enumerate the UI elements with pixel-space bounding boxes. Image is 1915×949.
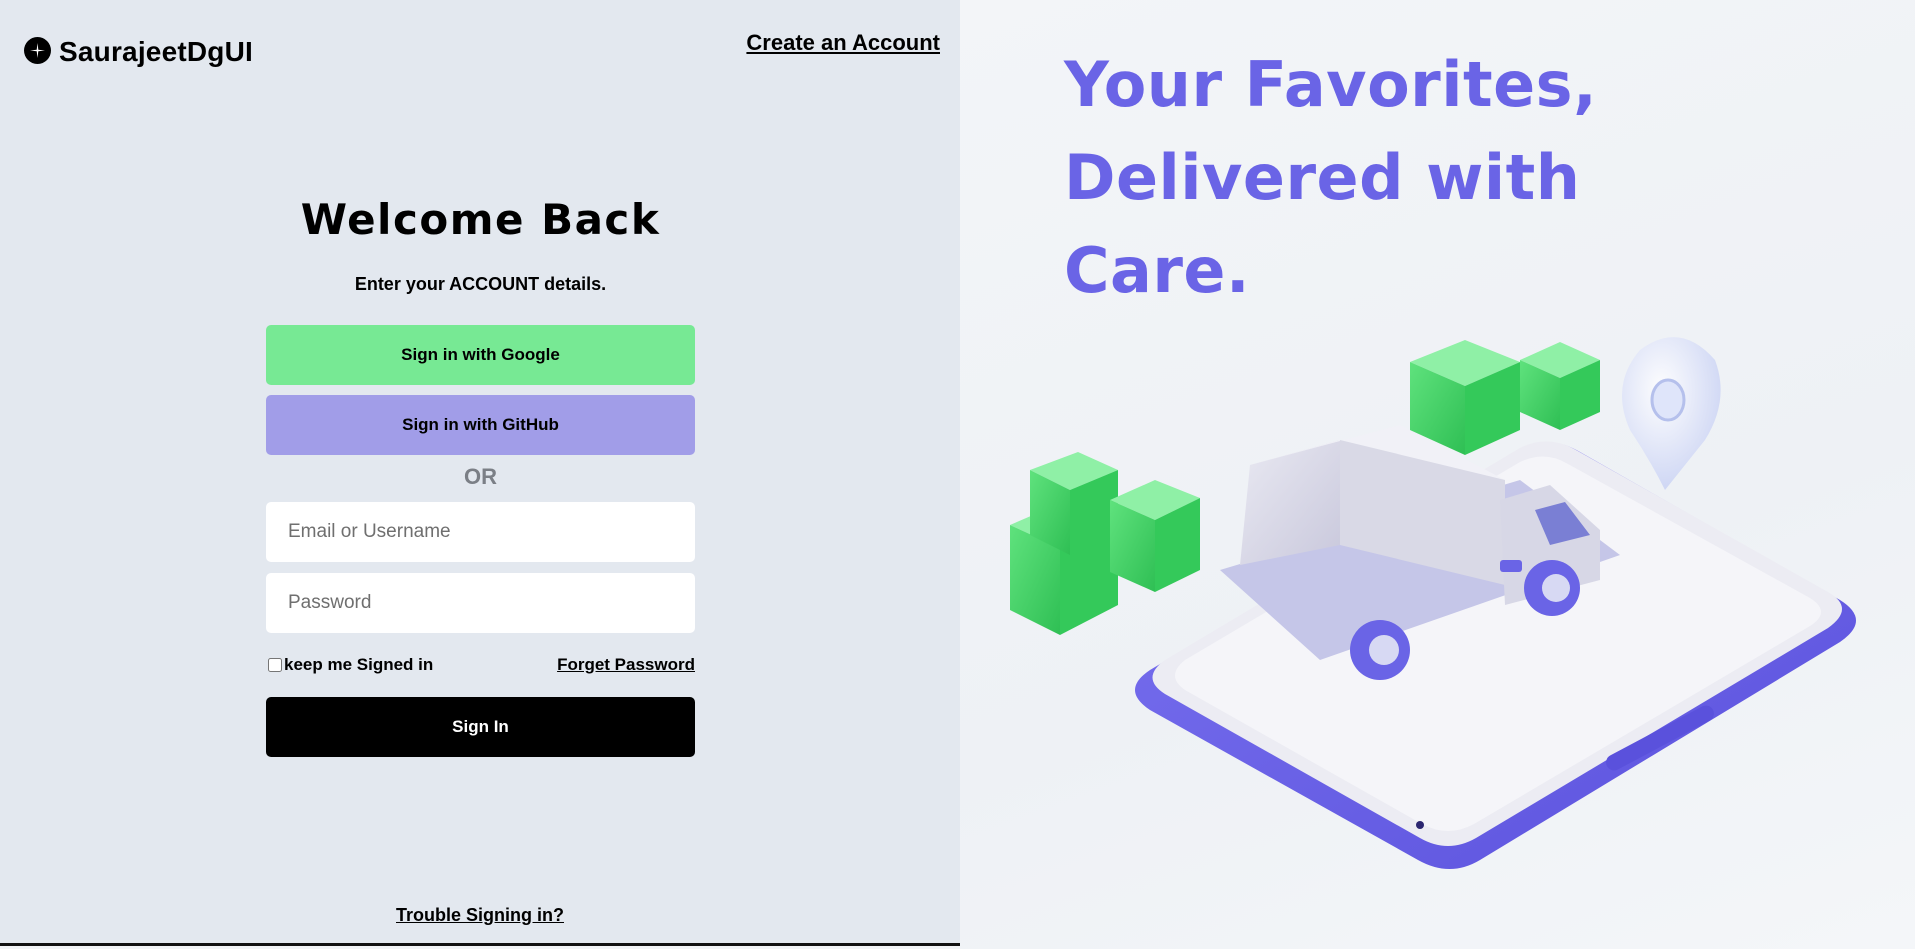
login-page: SaurajeetDgUI Create an Account Welcome … [0, 0, 1915, 949]
trouble-signing-in-link[interactable]: Trouble Signing in? [0, 905, 960, 926]
delivery-truck-on-phone-illustration [1010, 337, 1856, 869]
or-divider: OR [464, 464, 497, 489]
truck-wheel-front [1524, 560, 1580, 616]
password-field[interactable] [266, 573, 695, 633]
plus-circle-icon [24, 36, 51, 64]
forget-password-link[interactable]: Forget Password [557, 655, 695, 675]
brand[interactable]: SaurajeetDgUI [24, 32, 253, 68]
google-signin-button[interactable]: Sign in with Google [266, 325, 695, 385]
hero-panel: Your Favorites, Delivered with Care. [960, 0, 1915, 949]
login-panel: SaurajeetDgUI Create an Account Welcome … [0, 0, 960, 946]
github-signin-button[interactable]: Sign in with GitHub [266, 395, 695, 455]
package-stack-top [1410, 340, 1600, 455]
keep-signed-in-label: keep me Signed in [284, 655, 434, 674]
login-options: keep me Signed in Forget Password [266, 655, 695, 675]
truck-wheel-rear [1350, 620, 1410, 680]
login-form: Welcome Back Enter your ACCOUNT details.… [266, 195, 695, 757]
email-field[interactable] [266, 502, 695, 562]
login-subtitle: Enter your ACCOUNT details. [354, 274, 607, 294]
page-title: Welcome Back [300, 195, 661, 244]
sign-in-button[interactable]: Sign In [266, 697, 695, 757]
location-pin-shape [1622, 337, 1721, 490]
keep-signed-in-checkbox[interactable] [268, 658, 282, 672]
hero-headline: Your Favorites, Delivered with Care. [1064, 48, 1598, 307]
package-stack-left [1010, 452, 1200, 635]
create-account-link[interactable]: Create an Account [746, 30, 940, 56]
keep-signed-in[interactable]: keep me Signed in [266, 655, 433, 675]
brand-name: SaurajeetDgUI [59, 36, 253, 67]
